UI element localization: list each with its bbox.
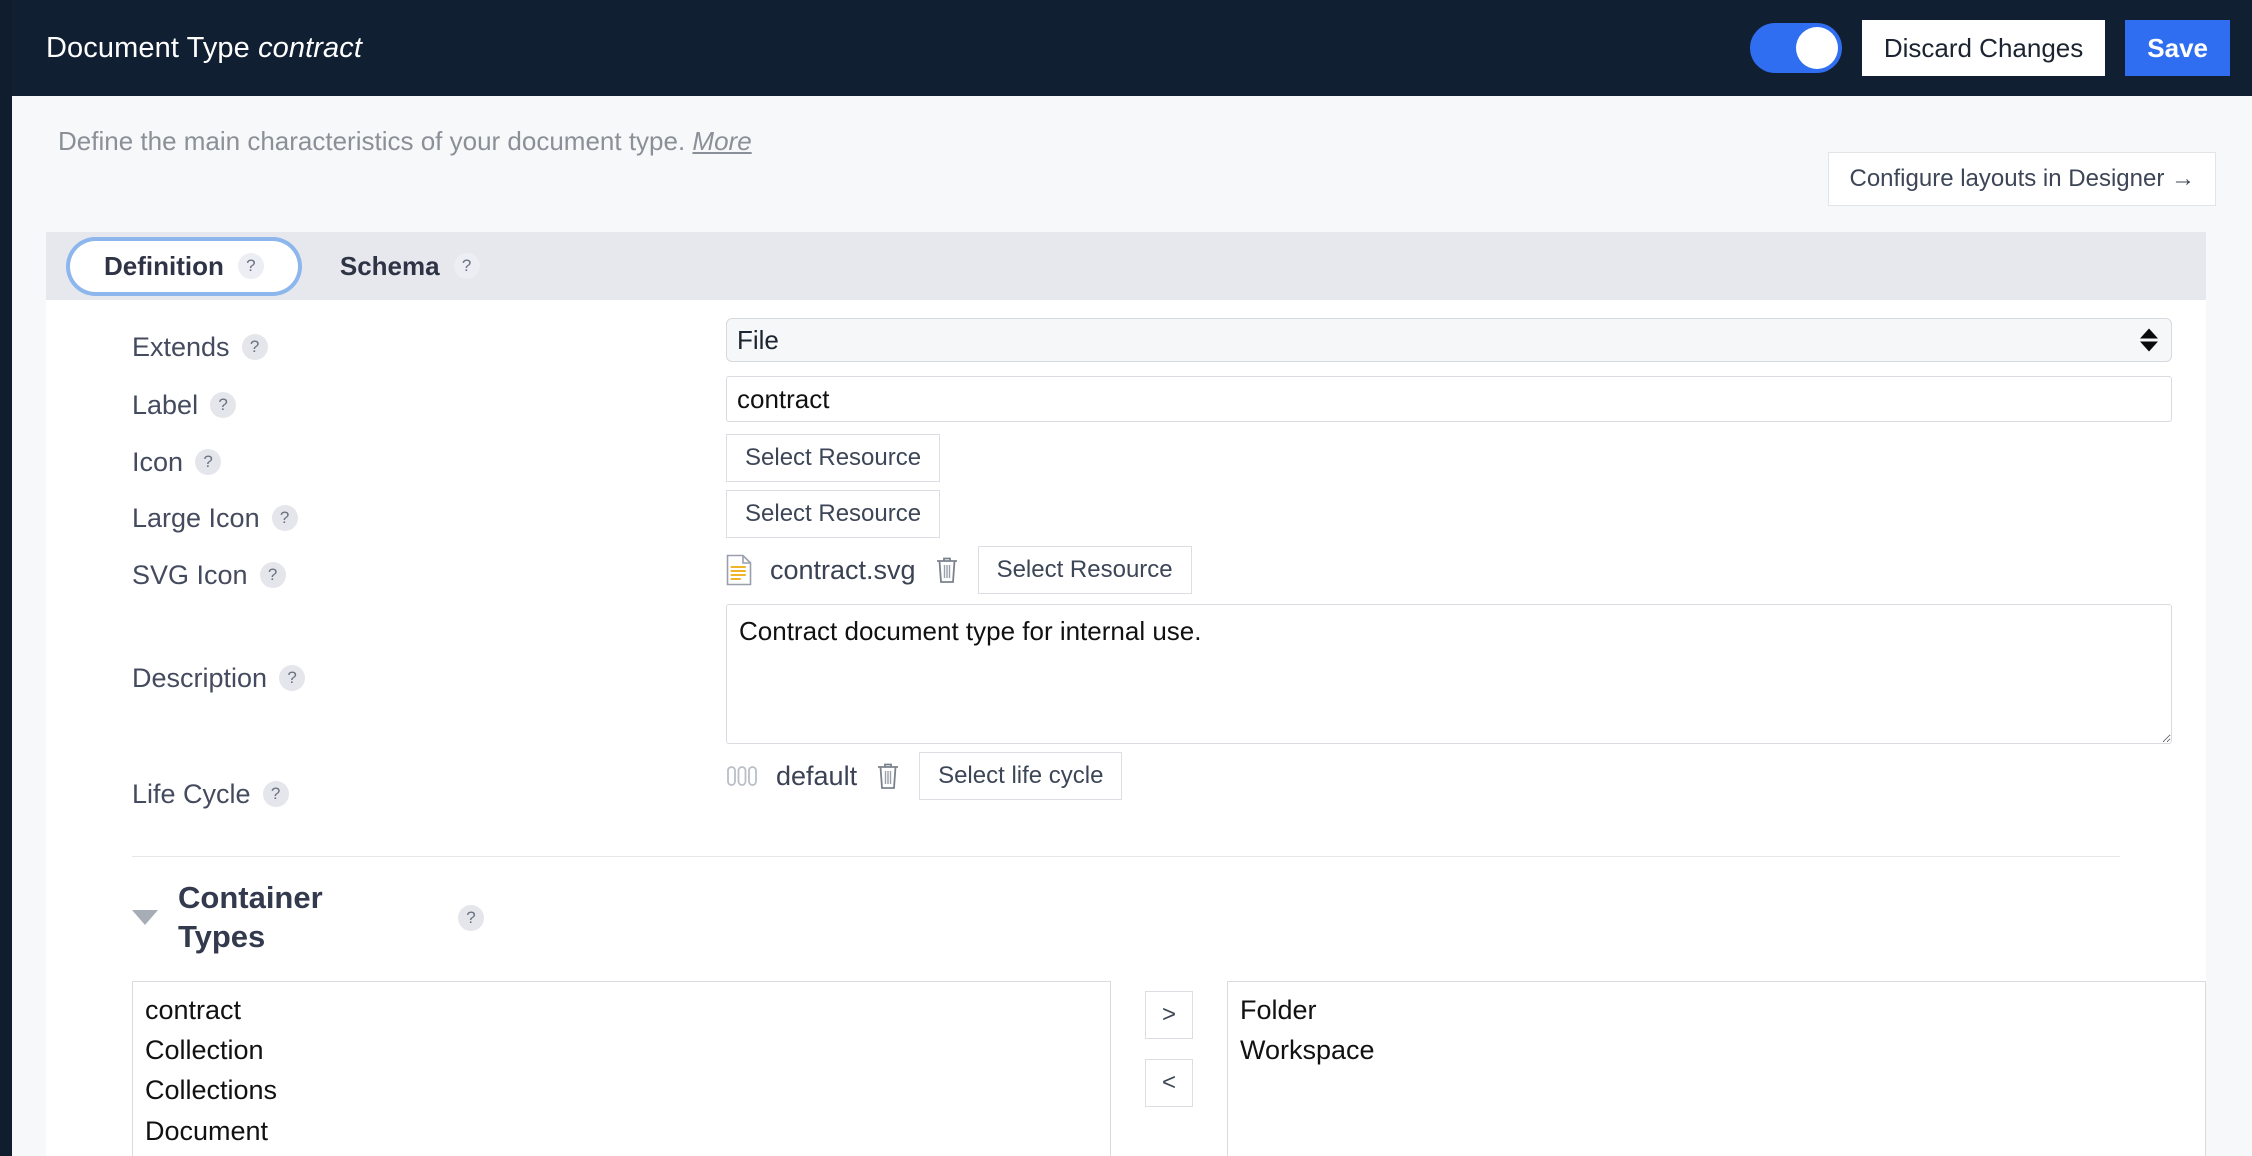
card-body: Extends ? File Label ? contract Icon ? S… xyxy=(46,300,2206,1156)
icon-select-resource-button[interactable]: Select Resource xyxy=(726,434,941,482)
label-label-group: Label ? xyxy=(132,376,726,434)
large-icon-field: Select Resource xyxy=(726,490,2172,538)
help-icon[interactable]: ? xyxy=(458,904,484,931)
icon-label-group: Icon ? xyxy=(132,434,726,490)
help-icon[interactable]: ? xyxy=(237,253,264,279)
label-field xyxy=(726,376,2172,422)
page-description: Define the main characteristics of your … xyxy=(58,126,752,157)
help-icon[interactable]: ? xyxy=(262,781,289,807)
content-card: Definition ? Schema ? Extends ? File Lab… xyxy=(46,232,2206,1156)
top-bar-actions: Discard Changes Save xyxy=(1749,20,2230,76)
tab-schema[interactable]: Schema ? xyxy=(306,241,514,292)
form-row-description: Description ? Contract document type for… xyxy=(46,604,2206,752)
svg-icon-label-group: SVG Icon ? xyxy=(132,546,726,604)
container-types-title-line1: Container xyxy=(178,880,323,915)
icon-field: Select Resource xyxy=(726,434,2172,482)
svg-icon-label: SVG Icon xyxy=(132,559,248,590)
help-icon[interactable]: ? xyxy=(279,665,306,691)
container-types-title: Container Types xyxy=(178,879,408,957)
page-title-prefix: Document Type xyxy=(46,31,250,64)
list-item[interactable]: Workspace xyxy=(1228,1030,2205,1070)
life-cycle-resource-line: default Select life cycle xyxy=(726,752,1123,800)
large-icon-label: Large Icon xyxy=(132,502,260,533)
form-row-icon: Icon ? Select Resource xyxy=(46,434,2206,490)
life-cycle-label-group: Life Cycle ? xyxy=(132,752,726,836)
page-title-name: contract xyxy=(258,31,363,64)
container-types-title-line2: Types xyxy=(178,918,266,954)
configure-layouts-button[interactable]: Configure layouts in Designer → xyxy=(1828,152,2216,206)
tab-schema-label: Schema xyxy=(339,250,440,281)
life-cycle-label: Life Cycle xyxy=(132,778,251,809)
list-item[interactable]: Document xyxy=(133,1111,1110,1151)
help-icon[interactable]: ? xyxy=(210,392,237,418)
trash-icon[interactable] xyxy=(875,761,901,791)
label-input[interactable] xyxy=(726,376,2172,422)
icon-label: Icon xyxy=(132,446,184,477)
page-title: Document Type contract xyxy=(46,32,362,65)
sub-header: Define the main characteristics of your … xyxy=(12,96,2252,232)
top-app-bar: Document Type contract Discard Changes S… xyxy=(12,0,2252,96)
tab-bar: Definition ? Schema ? xyxy=(46,232,2206,300)
description-textarea[interactable]: Contract document type for internal use. xyxy=(726,604,2172,744)
list-item[interactable]: Collection xyxy=(133,1030,1110,1070)
toggle-knob xyxy=(1795,27,1838,69)
chevron-down-icon[interactable] xyxy=(132,910,158,926)
label-label: Label xyxy=(132,389,199,420)
help-icon[interactable]: ? xyxy=(259,562,286,588)
extends-label-group: Extends ? xyxy=(132,318,726,376)
help-icon[interactable]: ? xyxy=(195,449,222,475)
add-container-type-button[interactable]: > xyxy=(1145,990,1193,1039)
tab-definition-label: Definition xyxy=(104,250,224,281)
trash-icon[interactable] xyxy=(934,555,960,585)
select-life-cycle-button[interactable]: Select life cycle xyxy=(919,752,1123,800)
description-label-group: Description ? xyxy=(132,604,726,752)
remove-container-type-button[interactable]: < xyxy=(1145,1058,1193,1107)
available-container-types-list[interactable]: contract Collection Collections Document xyxy=(132,980,1111,1156)
lifecycle-icon xyxy=(727,766,757,786)
left-edge-rail xyxy=(0,0,12,1156)
transfer-buttons: > < xyxy=(1145,981,1193,1107)
form-row-large-icon: Large Icon ? Select Resource xyxy=(46,490,2206,546)
svg-icon-resource-line: contract.svg Select Resource xyxy=(726,546,1192,594)
save-button[interactable]: Save xyxy=(2125,20,2230,76)
container-types-dual-list: contract Collection Collections Document… xyxy=(46,967,2206,1156)
list-item[interactable]: Folder xyxy=(1228,990,2205,1030)
extends-field: File xyxy=(726,318,2172,362)
selected-container-types-list[interactable]: Folder Workspace xyxy=(1227,980,2206,1156)
definition-form: Extends ? File Label ? contract Icon ? S… xyxy=(46,300,2206,836)
extends-label: Extends xyxy=(132,331,230,362)
tab-definition[interactable]: Definition ? xyxy=(70,240,298,292)
form-row-life-cycle: Life Cycle ? default Select life cycle xyxy=(46,752,2206,836)
large-icon-select-resource-button[interactable]: Select Resource xyxy=(726,490,941,538)
help-icon[interactable]: ? xyxy=(271,505,298,531)
description-field: Contract document type for internal use. xyxy=(726,604,2172,744)
form-row-label: Label ? xyxy=(46,376,2206,434)
discard-changes-button[interactable]: Discard Changes xyxy=(1861,20,2106,76)
svg-icon-file-name: contract.svg xyxy=(770,554,916,585)
form-row-extends: Extends ? File xyxy=(46,318,2206,376)
life-cycle-field: default Select life cycle xyxy=(726,752,2172,800)
extends-select[interactable]: File xyxy=(726,318,2172,362)
list-item[interactable]: Collections xyxy=(133,1070,1110,1110)
enable-toggle[interactable] xyxy=(1749,23,1842,73)
list-item[interactable]: contract xyxy=(133,990,1110,1030)
help-icon[interactable]: ? xyxy=(453,253,480,279)
life-cycle-value: default xyxy=(776,760,858,791)
file-icon xyxy=(726,554,752,586)
description-label: Description xyxy=(132,662,268,693)
help-icon[interactable]: ? xyxy=(241,334,268,360)
extends-select-wrapper: File xyxy=(726,318,2172,362)
svg-icon-field: contract.svg Select Resource xyxy=(726,546,2172,594)
form-row-svg-icon: SVG Icon ? contract.svg Select Resource xyxy=(46,546,2206,604)
large-icon-label-group: Large Icon ? xyxy=(132,490,726,546)
svg-icon-select-resource-button[interactable]: Select Resource xyxy=(977,546,1192,594)
container-types-header: Container Types ? xyxy=(46,857,2206,967)
app-root: Document Type contract Discard Changes S… xyxy=(0,0,2252,1156)
page-description-text: Define the main characteristics of your … xyxy=(58,126,686,156)
more-link[interactable]: More xyxy=(692,126,751,156)
